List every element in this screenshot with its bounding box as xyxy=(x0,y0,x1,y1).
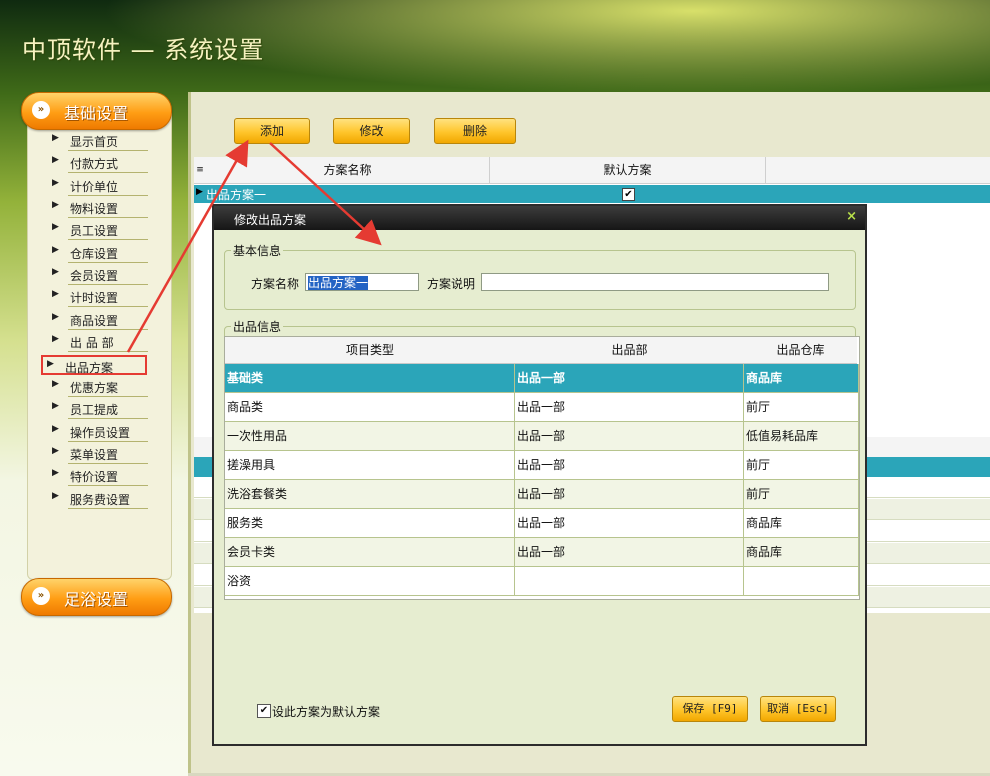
annotation-arrow xyxy=(126,139,249,353)
annotation-arrow xyxy=(269,142,382,246)
annotation-overlay xyxy=(126,139,382,353)
